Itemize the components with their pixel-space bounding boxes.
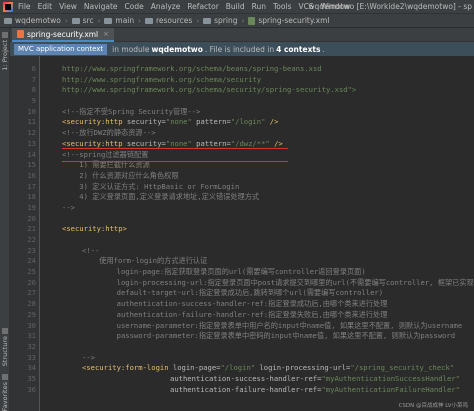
code-line: 22 (27, 235, 36, 244)
chevron-right-icon: › (196, 16, 200, 25)
red-underline-annotation (62, 161, 288, 162)
code-line: 27 default-target-url:指定登录成功后,跳转到哪个url(需… (27, 288, 384, 298)
notify-text-end: . (322, 44, 325, 54)
menu-tools[interactable]: Tools (273, 2, 291, 11)
xml-file-icon (17, 30, 24, 38)
code-line: 26 login-processing-url:指定登录页面中post请求提交到… (27, 277, 474, 287)
code-line: 23 <!-- (27, 245, 100, 255)
menu-view[interactable]: View (59, 2, 77, 11)
code-line: 21 <security:http> (27, 224, 127, 234)
left-tool-strip: 1: Project Structure 2: Favorites (0, 28, 10, 411)
code-line: 8 http://www.springframework.org/schema/s… (31, 85, 357, 95)
code-line: 12 <!--放行DWZ的静态资源--> (27, 128, 156, 138)
menu-bar: File Edit View Navigate Code Analyze Ref… (0, 0, 474, 14)
code-line: 19 --> (27, 202, 75, 212)
folder-icon (4, 17, 12, 24)
chevron-right-icon: › (97, 16, 101, 25)
breadcrumb-item-src[interactable]: src (71, 16, 94, 25)
code-line: 10 <!--指定不受Spring Security管理--> (27, 106, 201, 116)
breadcrumb-item-resources[interactable]: resources (144, 16, 192, 25)
structure-icon (2, 328, 8, 334)
notify-count: 4 contexts (276, 44, 321, 54)
notify-text-mid: . File is included in (204, 44, 275, 54)
code-line: 24 使用form-login的方式进行认证 (27, 256, 208, 266)
xml-file-icon (248, 16, 256, 25)
menu-navigate[interactable]: Navigate (84, 2, 118, 11)
code-line: 6 http://www.springframework.org/schema/b… (31, 64, 322, 73)
favorites-icon (2, 374, 8, 380)
close-icon[interactable]: × (103, 30, 109, 38)
code-editor[interactable]: 6 http://www.springframework.org/schema/b… (10, 56, 474, 411)
structure-tool-button[interactable]: Structure (1, 336, 9, 366)
folder-icon (71, 17, 80, 24)
code-line: 11 <security:http security="none" pattern… (27, 117, 279, 127)
tab-label: spring-security.xml (27, 29, 99, 39)
tab-spring-security-xml[interactable]: spring-security.xml × (12, 28, 115, 42)
code-line: 30 username-parameter:指定登录表单中用户名的input中n… (27, 320, 463, 330)
menu-analyze[interactable]: Analyze (151, 2, 181, 11)
folder-icon (144, 17, 153, 24)
project-icon (2, 32, 8, 38)
intellij-logo-icon (3, 1, 13, 12)
context-notification-bar: MVC application context in module wqdemo… (10, 42, 474, 56)
code-line: 34 <security:form-login login-page="/logi… (27, 363, 455, 373)
chevron-right-icon: › (138, 16, 141, 25)
red-underline-annotation (62, 148, 288, 149)
editor-tab-bar: spring-security.xml × (10, 28, 474, 42)
chevron-right-icon: › (241, 16, 245, 25)
window-title: wqdemotwo [E:\Workide2\wqdemotwo] - sp (308, 2, 472, 11)
code-lines: 6 http://www.springframework.org/schema/b… (10, 64, 474, 395)
breadcrumb-item-spring[interactable]: spring (203, 16, 238, 25)
context-badge[interactable]: MVC application context (14, 43, 108, 55)
code-line: 17 3) 定义认证方式: HttpBasic or FormLogin (27, 181, 240, 191)
favorites-tool-button[interactable]: 2: Favorites (1, 382, 9, 411)
code-line: 9 (31, 96, 36, 106)
code-line: 28 authentication-success-handler-ref:指定… (27, 299, 388, 309)
code-line: 25 login-page:指定获取登录页面的url(需要编写controlle… (27, 267, 366, 277)
menu-refactor[interactable]: Refactor (187, 2, 218, 11)
code-line: 33 --> (27, 352, 95, 362)
code-line: 18 4) 定义登录页面,定义登录请求地址,定义错误处理方式 (27, 192, 260, 202)
notify-text-pre: in module (112, 44, 150, 54)
code-line: 31 password-parameter:指定登录表单中密码的input中na… (27, 331, 456, 341)
breadcrumb-item-project[interactable]: wqdemotwo (4, 16, 61, 25)
code-line: 16 2) 什么资源对应什么角色权限 (27, 170, 179, 180)
code-line: 32 (27, 341, 36, 351)
code-line: 14 <!--spring过滤器链配置 (27, 149, 149, 159)
menu-run[interactable]: Run (252, 2, 266, 11)
menu-code[interactable]: Code (125, 2, 144, 11)
code-line: 7 http://www.springframework.org/schema/s… (31, 74, 262, 84)
chevron-right-icon: › (64, 16, 68, 25)
code-line: 20 (27, 213, 36, 223)
folder-icon (203, 17, 212, 24)
breadcrumb: wqdemotwo › src › main › resources › spr… (0, 14, 474, 28)
menu-file[interactable]: File (18, 2, 31, 11)
project-tool-button[interactable]: 1: Project (1, 40, 9, 71)
code-line: 36 authentication-failure-handler-ref="my… (27, 384, 460, 394)
breadcrumb-item-main[interactable]: main (104, 16, 134, 25)
breadcrumb-item-file[interactable]: spring-security.xml (248, 16, 329, 25)
code-line: 35 authentication-success-handler-ref="my… (27, 373, 460, 383)
folder-icon (104, 17, 113, 24)
watermark: CSDN @百战成神 LV小菜鸡 (398, 403, 468, 409)
menu-edit[interactable]: Edit (38, 2, 53, 11)
notify-module: wqdemotwo (151, 44, 203, 54)
menu-build[interactable]: Build (226, 2, 245, 11)
code-line: 29 authentication-failure-handler-ref:指定… (27, 309, 388, 319)
